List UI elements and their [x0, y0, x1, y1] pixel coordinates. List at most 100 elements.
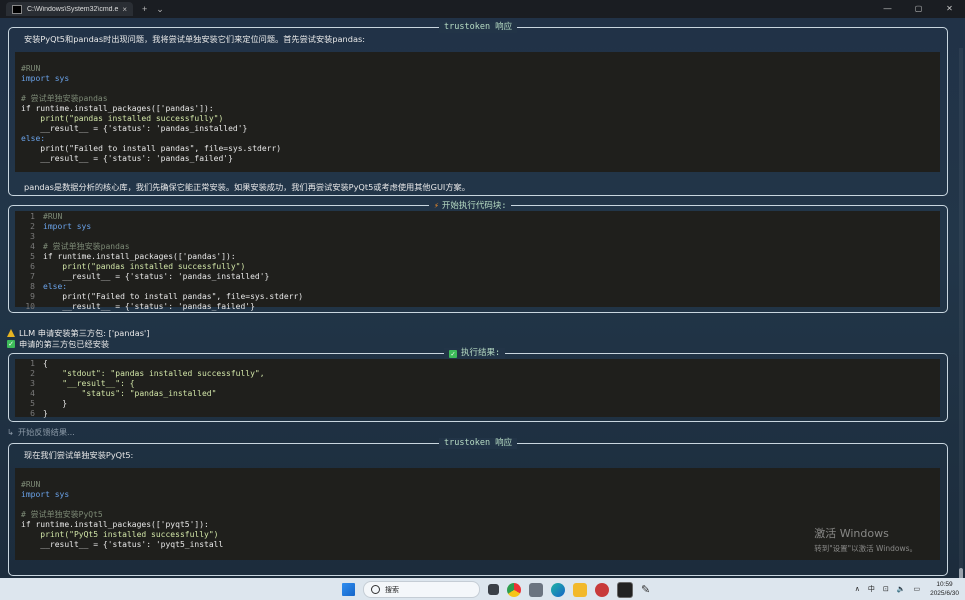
maximize-button[interactable]: ▢: [903, 0, 934, 18]
line-number: 1: [30, 212, 35, 221]
code-text: "stdout": "pandas installed successfully…: [43, 369, 265, 378]
code-line: 1 #RUN: [15, 212, 940, 222]
code-line: print("PyQt5 installed successfully"): [15, 530, 940, 540]
check-icon: ✓: [7, 340, 15, 348]
code-line: 2 import sys: [15, 222, 940, 232]
search-icon: [371, 585, 380, 594]
tab-close-button[interactable]: ×: [122, 5, 127, 14]
code-line: #RUN: [15, 64, 940, 74]
code-line: 1{: [15, 359, 940, 369]
line-number: 6: [30, 409, 35, 418]
new-tab-button[interactable]: +: [142, 4, 147, 14]
code-text: import sys: [43, 222, 92, 231]
input-method-indicator[interactable]: 中: [868, 584, 875, 594]
title-bar: C:\Windows\System32\cmd.e × + ⌄ — ▢ ✕: [0, 0, 965, 18]
code-block: 1 #RUN 2 import sys 3 4 # 尝试单独安装pandas 5 if runt…: [15, 211, 940, 311]
edge-icon[interactable]: [551, 582, 565, 597]
task-view-icon[interactable]: [488, 584, 499, 595]
code-text: "__result__": {: [43, 379, 135, 388]
code-text: else:: [43, 282, 68, 291]
line-number: 5: [30, 399, 35, 408]
code-line: import sys: [15, 490, 940, 500]
clock[interactable]: 10:59 2025/6/30: [930, 580, 959, 598]
line-number: 5: [30, 252, 35, 261]
response-footer: pandas是数据分析的核心库，我们先确保它能正常安装。如果安装成功，我们再尝试…: [24, 182, 470, 192]
code-line: __result__ = {'status': 'pandas_installe…: [15, 124, 940, 134]
code-line: # 尝试单独安装PyQt5: [15, 510, 940, 520]
battery-icon[interactable]: ▭: [913, 585, 920, 593]
tray-chevron-icon[interactable]: ∧: [855, 585, 860, 593]
code-text: __result__ = {'status': 'pandas_failed'}: [21, 154, 233, 163]
app-icon[interactable]: [529, 582, 543, 597]
code-line: 6}: [15, 409, 940, 419]
code-line: #RUN: [15, 480, 940, 490]
clock-time: 10:59: [936, 581, 953, 588]
tab-title: C:\Windows\System32\cmd.e: [27, 5, 119, 13]
pen-icon[interactable]: ✎: [641, 583, 655, 597]
code-line: import sys: [15, 74, 940, 84]
line-number: 9: [30, 292, 35, 301]
activation-watermark: 激活 Windows 转到"设置"以激活 Windows。: [814, 525, 917, 554]
line-number: 3: [30, 232, 35, 241]
cursor-icon: ↳: [7, 427, 14, 437]
code-text: if runtime.install_packages(['pandas']):: [43, 252, 236, 261]
code-line: 4 # 尝试单独安装pandas: [15, 242, 940, 252]
terminal-tab[interactable]: C:\Windows\System32\cmd.e ×: [6, 2, 133, 16]
code-line: if runtime.install_packages(['pyqt5']):: [15, 520, 940, 530]
feedback-line: ↳ 开始反馈结果...: [7, 427, 75, 437]
code-line: 4 "status": "pandas_installed": [15, 389, 940, 399]
code-text: __result__ = {'status': 'pandas_failed'}: [43, 302, 255, 311]
code-line: 2 "stdout": "pandas installed successful…: [15, 369, 940, 379]
code-line: 10 __result__ = {'status': 'pandas_faile…: [15, 302, 940, 312]
code-text: else:: [21, 134, 46, 143]
minimize-button[interactable]: —: [872, 0, 903, 18]
chrome-icon[interactable]: [507, 582, 521, 597]
panel-title: trustoken 响应: [439, 438, 518, 449]
response-panel-1: trustoken 响应 安装PyQt5和pandas时出现问题，我将尝试单独安…: [8, 22, 948, 196]
scrollbar-track[interactable]: [959, 48, 963, 568]
code-text: print("pandas installed successfully"): [43, 262, 246, 271]
terminal-area[interactable]: trustoken 响应 安装PyQt5和pandas时出现问题，我将尝试单独安…: [0, 18, 965, 582]
code-text: import sys: [21, 490, 70, 499]
line-number: 7: [30, 272, 35, 281]
code-line: 7 __result__ = {'status': 'pandas_instal…: [15, 272, 940, 282]
code-text: }: [43, 409, 48, 418]
code-line: 9 print("Failed to install pandas", file…: [15, 292, 940, 302]
code-line: # 尝试单独安装pandas: [15, 94, 940, 104]
code-line: 5 }: [15, 399, 940, 409]
app-icon[interactable]: [595, 582, 609, 597]
line-number: 2: [30, 369, 35, 378]
line-number: 1: [30, 359, 35, 368]
panel-title: ✓ 执行结果:: [444, 348, 506, 359]
code-text: if runtime.install_packages(['pandas']):: [21, 104, 214, 113]
file-explorer-icon[interactable]: [573, 582, 587, 597]
close-button[interactable]: ✕: [934, 0, 965, 18]
code-text: import sys: [21, 74, 70, 83]
code-text: #RUN: [21, 64, 41, 73]
search-placeholder: 搜索: [385, 586, 399, 594]
taskbar-search[interactable]: 搜索: [363, 581, 480, 598]
execution-panel: ⚡ 开始执行代码块: 1 #RUN 2 import sys 3 4 # 尝试单独安装pand…: [8, 200, 948, 313]
code-text: print("Failed to install pandas", file=s…: [21, 144, 282, 153]
code-line: 3: [15, 232, 940, 242]
line-number: 6: [30, 262, 35, 271]
response-intro: 现在我们尝试单独安装PyQt5:: [24, 450, 134, 460]
code-line: print("Failed to install pandas", file=s…: [15, 144, 940, 154]
code-text: # 尝试单独安装pandas: [21, 94, 108, 103]
network-icon[interactable]: ⊡: [883, 585, 889, 593]
code-line: if runtime.install_packages(['pandas']):: [15, 104, 940, 114]
volume-icon[interactable]: 🔈: [897, 585, 906, 593]
tab-dropdown-button[interactable]: ⌄: [156, 4, 164, 15]
code-block: #RUN import sys # 尝试单独安装PyQt5 if runtime.in…: [15, 468, 940, 560]
code-text: __result__ = {'status': 'pyqt5_install: [21, 540, 224, 549]
code-line: else:: [15, 134, 940, 144]
windows-start-icon[interactable]: [342, 583, 355, 596]
code-text: # 尝试单独安装pandas: [43, 242, 130, 251]
code-text: {: [43, 359, 48, 368]
watermark-title: 激活 Windows: [814, 527, 889, 540]
taskbar-apps: 搜索 ✎: [342, 581, 663, 598]
terminal-icon[interactable]: [617, 581, 633, 598]
warning-icon: [7, 329, 15, 337]
code-line: __result__ = {'status': 'pyqt5_install: [15, 540, 940, 550]
clock-date: 2025/6/30: [930, 590, 959, 597]
